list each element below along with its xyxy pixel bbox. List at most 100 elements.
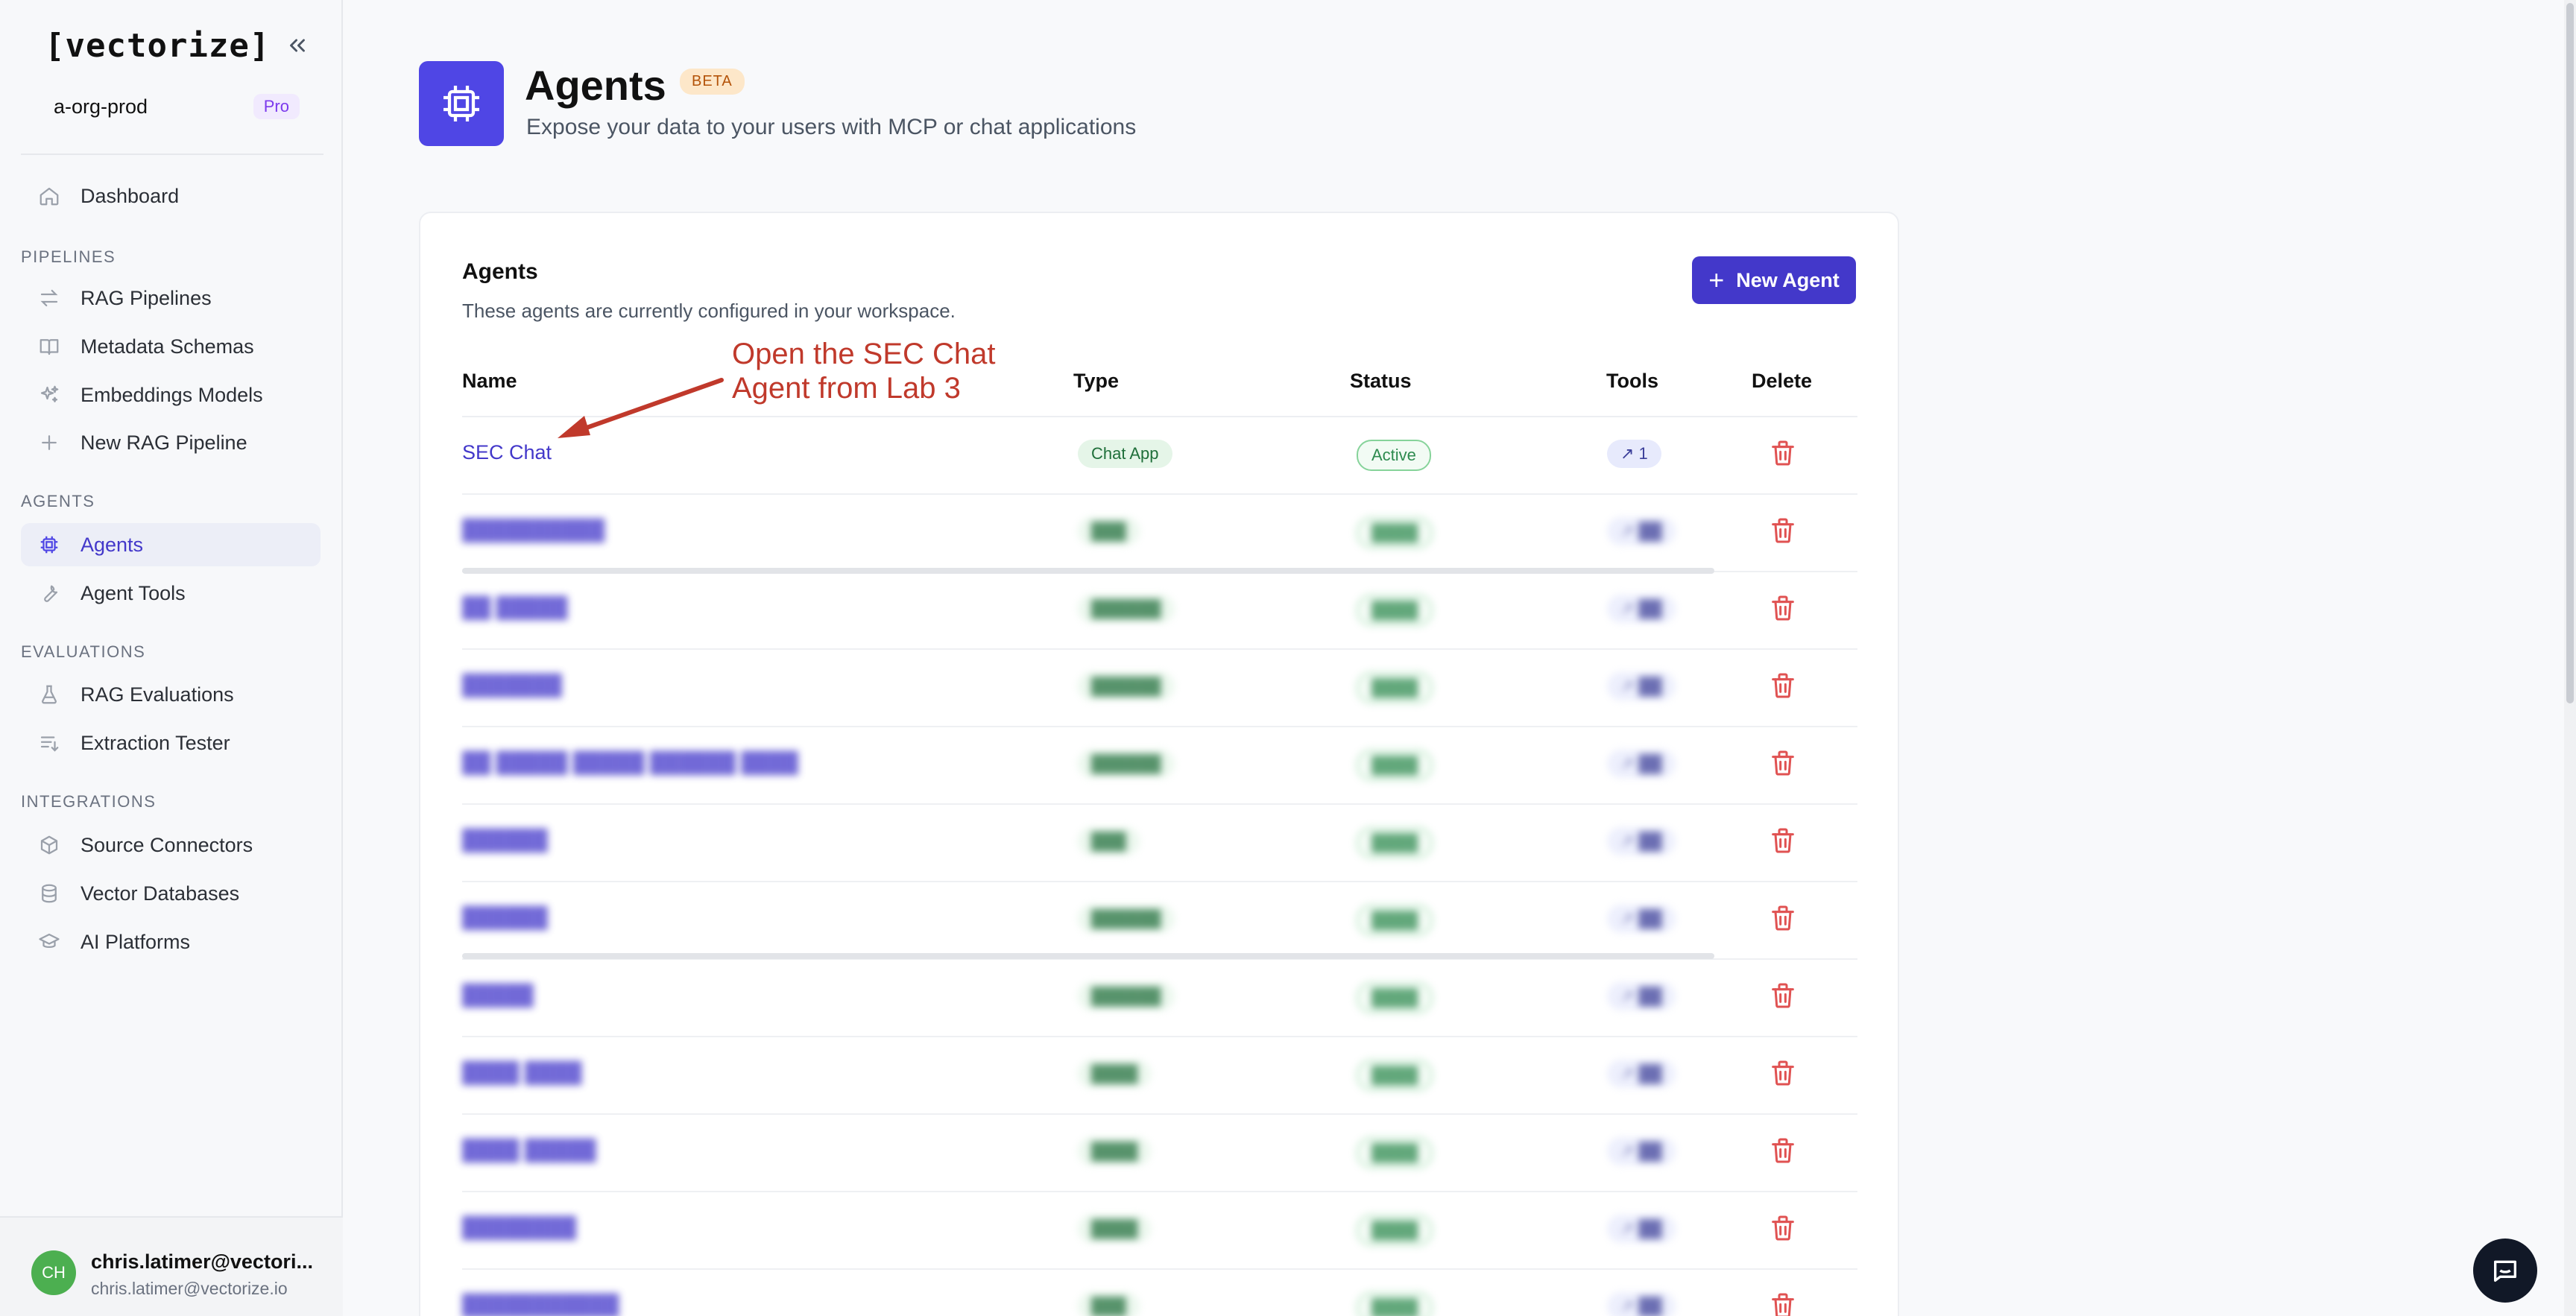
tools-badge: ↗ ██ xyxy=(1607,672,1676,700)
status-badge: ████ xyxy=(1357,827,1433,858)
column-header-tools[interactable]: Tools xyxy=(1606,370,1658,393)
delete-agent-button[interactable] xyxy=(1768,824,1798,857)
table-row[interactable]: ██ █████ ██████ ████ ↗ ██ xyxy=(462,572,1857,650)
trash-icon xyxy=(1768,828,1798,860)
tools-count: ██ xyxy=(1638,909,1662,928)
user-menu[interactable]: CH chris.latimer@vectori... chris.latime… xyxy=(0,1216,343,1316)
type-badge: ████ xyxy=(1078,1215,1152,1243)
table-row[interactable]: ████ █████ ████ ████ ↗ ██ xyxy=(462,1115,1857,1192)
status-badge: ████ xyxy=(1357,595,1433,626)
sidebar-item-metadata-schemas[interactable]: Metadata Schemas xyxy=(21,325,321,368)
delete-agent-button[interactable] xyxy=(1768,1057,1798,1089)
page-scrollbar[interactable] xyxy=(2564,0,2576,1316)
agent-name-link[interactable]: SEC Chat xyxy=(462,441,552,464)
tools-count: ██ xyxy=(1638,599,1662,618)
type-badge: ████ xyxy=(1078,1060,1152,1088)
column-header-status[interactable]: Status xyxy=(1350,370,1412,393)
status-badge: Active xyxy=(1357,440,1431,471)
delete-agent-button[interactable] xyxy=(1768,1289,1798,1316)
scrollbar-thumb[interactable] xyxy=(2566,3,2574,703)
agent-name-link[interactable]: ██████ xyxy=(462,829,548,852)
delete-agent-button[interactable] xyxy=(1768,669,1798,702)
sidebar-item-vector-databases[interactable]: Vector Databases xyxy=(21,872,321,915)
delete-agent-button[interactable] xyxy=(1768,747,1798,779)
tools-badge: ↗ ██ xyxy=(1607,595,1676,623)
sidebar-item-label: New RAG Pipeline xyxy=(80,431,247,454)
sidebar-item-agent-tools[interactable]: Agent Tools xyxy=(21,572,321,615)
table-row[interactable]: █████ ██████ ████ ↗ ██ xyxy=(462,960,1857,1037)
new-agent-button[interactable]: + New Agent xyxy=(1692,256,1856,304)
tools-badge: ↗ ██ xyxy=(1607,982,1676,1010)
user-name: chris.latimer@vectori... xyxy=(91,1250,313,1273)
sidebar-item-label: AI Platforms xyxy=(80,930,191,953)
beta-badge: BETA xyxy=(680,69,745,95)
agent-name-link[interactable]: ██ █████ xyxy=(462,596,567,619)
sidebar-item-new-rag-pipeline[interactable]: New RAG Pipeline xyxy=(21,421,321,464)
brand-logo[interactable]: [vectorize] xyxy=(45,27,270,65)
delete-agent-button[interactable] xyxy=(1768,1212,1798,1244)
agent-name-link[interactable]: ████████ xyxy=(462,1216,576,1239)
collapse-sidebar-icon[interactable] xyxy=(280,28,315,63)
table-row[interactable]: ████████████████↗██ xyxy=(462,882,1857,960)
user-email: chris.latimer@vectorize.io xyxy=(91,1279,288,1298)
tools-badge: ↗ 1 xyxy=(1607,440,1661,468)
table-row[interactable]: ██████ ███ ████ ↗ ██ xyxy=(462,805,1857,882)
table-row[interactable]: █████████████████↗██ xyxy=(462,495,1857,572)
tools-count: ██ xyxy=(1638,1064,1662,1083)
delete-agent-button[interactable] xyxy=(1768,1134,1798,1167)
agent-name-link[interactable]: ███████████ xyxy=(462,1294,619,1316)
plus-icon xyxy=(36,429,63,456)
agent-name-link[interactable]: ███████ xyxy=(462,674,562,697)
chat-support-button[interactable] xyxy=(2473,1239,2537,1303)
type-badge: ███ xyxy=(1078,827,1140,855)
tools-count: ██ xyxy=(1638,522,1662,540)
sidebar-item-source-connectors[interactable]: Source Connectors xyxy=(21,823,321,867)
book-open-icon xyxy=(36,333,63,360)
column-header-type[interactable]: Type xyxy=(1073,370,1119,393)
agent-name-link[interactable]: ██████████ xyxy=(462,519,604,542)
delete-agent-button[interactable] xyxy=(1768,514,1798,547)
agent-name-link[interactable]: █████ xyxy=(462,984,534,1007)
agent-name-link[interactable]: ██ █████ █████ ██████ ████ xyxy=(462,751,798,774)
horizontal-scrollbar[interactable] xyxy=(462,953,1714,959)
agent-name-link[interactable]: ████ █████ xyxy=(462,1139,596,1162)
table-row[interactable]: ██ █████ █████ ██████ ████ ██████ ████ ↗ ██ xyxy=(462,727,1857,805)
tools-badge: ↗ ██ xyxy=(1607,827,1676,855)
table-row[interactable]: █████████████████↗██ xyxy=(462,650,1857,727)
sidebar-item-dashboard[interactable]: Dashboard xyxy=(21,174,321,218)
sidebar-item-rag-evaluations[interactable]: RAG Evaluations xyxy=(21,673,321,716)
sidebar-item-extraction-tester[interactable]: Extraction Tester xyxy=(21,721,321,765)
sidebar-item-embeddings-models[interactable]: Embeddings Models xyxy=(21,373,321,417)
horizontal-scrollbar[interactable] xyxy=(462,568,1714,574)
delete-agent-button[interactable] xyxy=(1768,902,1798,934)
trash-icon xyxy=(1768,1060,1798,1092)
arrows-swap-icon xyxy=(36,285,63,311)
table-row[interactable]: ████████████████↗██ xyxy=(462,1192,1857,1270)
sidebar-item-ai-platforms[interactable]: AI Platforms xyxy=(21,920,321,964)
agent-name-link[interactable]: ████ ████ xyxy=(462,1061,582,1084)
type-badge: ████ xyxy=(1078,1137,1152,1165)
trash-icon xyxy=(1768,673,1798,705)
delete-agent-button[interactable] xyxy=(1768,979,1798,1012)
org-name: a-org-prod xyxy=(54,95,148,118)
wrench-icon: ↗ xyxy=(1620,832,1635,850)
type-badge: ███ xyxy=(1078,1292,1140,1316)
sidebar-item-rag-pipelines[interactable]: RAG Pipelines xyxy=(21,276,321,320)
sidebar-item-agents[interactable]: Agents xyxy=(21,523,321,566)
card-title: Agents xyxy=(462,259,538,284)
tools-count: ██ xyxy=(1638,1297,1662,1315)
delete-agent-button[interactable] xyxy=(1768,592,1798,624)
type-badge: ██████ xyxy=(1078,750,1175,778)
status-badge: ████ xyxy=(1357,982,1433,1013)
table-row[interactable]: ████ ████ ████ ████ ↗ ██ xyxy=(462,1037,1857,1115)
column-header-delete: Delete xyxy=(1752,370,1813,392)
delete-agent-button[interactable] xyxy=(1768,437,1798,469)
agent-name-link[interactable]: ██████ xyxy=(462,906,548,929)
org-switcher[interactable]: a-org-prod Pro xyxy=(54,94,300,119)
status-badge: ████ xyxy=(1357,1292,1433,1316)
tools-count: ██ xyxy=(1638,1142,1662,1160)
type-badge: ██████ xyxy=(1078,672,1175,700)
sidebar-item-label: Embeddings Models xyxy=(80,383,263,406)
table-row[interactable]: ███████████ ███ ████ ↗ ██ xyxy=(462,1270,1857,1316)
column-header-name[interactable]: Name xyxy=(462,370,517,393)
